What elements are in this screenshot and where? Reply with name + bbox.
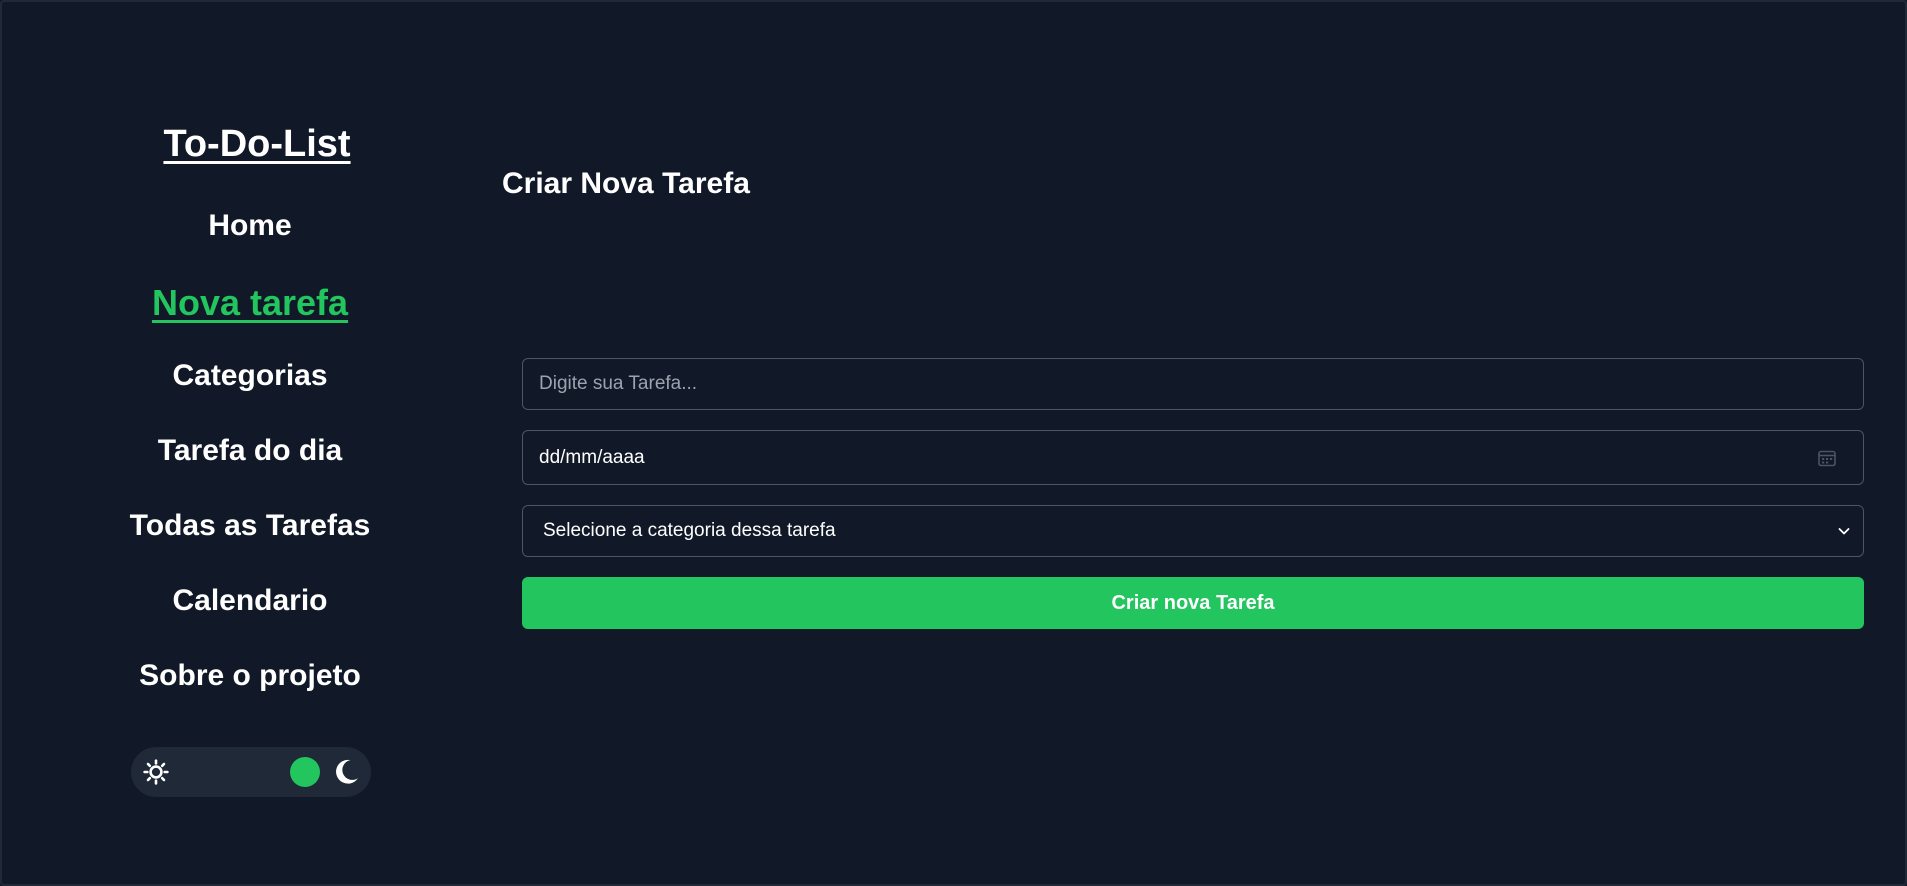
brand-title[interactable]: To-Do-List	[163, 120, 350, 168]
task-input-wrapper	[522, 358, 1864, 410]
page-title: Criar Nova Tarefa	[502, 167, 750, 200]
chevron-down-icon	[1838, 528, 1850, 535]
sidebar-nav: Home Nova tarefa Categorias Tarefa do di…	[102, 206, 398, 731]
nav-item-home[interactable]: Home	[208, 206, 291, 281]
nav-item-calendario[interactable]: Calendario	[172, 581, 327, 656]
moon-icon	[336, 759, 358, 784]
toggle-knob[interactable]	[290, 757, 320, 787]
sun-icon	[143, 759, 169, 785]
nav-item-todas-as-tarefas[interactable]: Todas as Tarefas	[130, 506, 371, 581]
new-task-form: dd/mm/aaaa Selecione a categoria dessa t…	[522, 358, 1864, 629]
nav-item-categorias[interactable]: Categorias	[172, 356, 327, 431]
sidebar: To-Do-List Home Nova tarefa Categorias T…	[102, 120, 398, 731]
category-select-value: Selecione a categoria dessa tarefa	[543, 520, 836, 541]
nav-item-tarefa-do-dia[interactable]: Tarefa do dia	[158, 431, 342, 506]
calendar-icon[interactable]	[1817, 448, 1837, 468]
nav-item-sobre-o-projeto[interactable]: Sobre o projeto	[139, 656, 361, 731]
date-input[interactable]: dd/mm/aaaa	[522, 430, 1864, 485]
category-select[interactable]: Selecione a categoria dessa tarefa	[522, 505, 1864, 557]
nav-item-nova-tarefa[interactable]: Nova tarefa	[152, 281, 348, 356]
theme-toggle[interactable]	[131, 747, 371, 797]
task-input[interactable]	[539, 373, 1847, 395]
date-input-value: dd/mm/aaaa	[539, 446, 645, 468]
create-task-button[interactable]: Criar nova Tarefa	[522, 577, 1864, 629]
app-window: To-Do-List Home Nova tarefa Categorias T…	[0, 0, 1907, 886]
